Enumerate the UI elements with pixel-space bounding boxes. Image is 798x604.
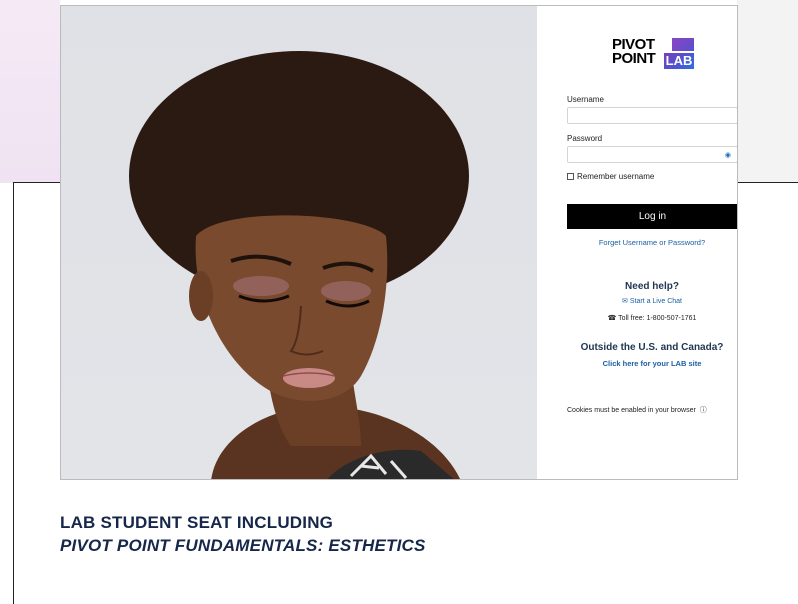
help-circle-icon[interactable]: ⓘ <box>698 407 707 414</box>
frame-divider-vertical <box>13 182 14 604</box>
need-help-heading: Need help? <box>625 281 679 292</box>
chat-icon: ✉ <box>622 298 628 305</box>
logo-lab-badge: LAB <box>664 53 694 69</box>
model-illustration <box>129 51 469 479</box>
caption-line-1: LAB STUDENT SEAT INCLUDING <box>60 513 334 532</box>
cookies-text: Cookies must be enabled in your browser <box>567 407 696 414</box>
username-input[interactable] <box>567 107 737 124</box>
background-lavender-panel <box>0 0 60 183</box>
live-chat-label: Start a Live Chat <box>629 298 682 305</box>
background-grey-panel <box>737 0 798 183</box>
username-label: Username <box>567 95 604 104</box>
live-chat-link[interactable]: ✉ Start a Live Chat <box>537 297 737 305</box>
password-label: Password <box>567 134 603 143</box>
password-input[interactable]: ◉ <box>567 146 737 163</box>
login-button[interactable]: Log in <box>567 204 737 229</box>
login-screenshot: PIVOT POINT LAB Username Password ◉ Reme… <box>60 5 738 480</box>
remember-label: Remember username <box>577 172 655 181</box>
cookies-notice: Cookies must be enabled in your browser … <box>567 405 707 415</box>
remember-username[interactable]: Remember username <box>567 172 654 181</box>
toll-free-line: ☎ Toll free: 1-800-507-1761 <box>537 314 737 322</box>
logo-accent-block <box>672 38 694 51</box>
forgot-credentials-link[interactable]: Forget Username or Password? <box>537 238 737 247</box>
phone-icon: ☎ <box>607 315 617 322</box>
login-panel: PIVOT POINT LAB Username Password ◉ Reme… <box>537 6 737 479</box>
eye-icon[interactable]: ◉ <box>725 151 731 159</box>
remember-checkbox[interactable] <box>567 173 574 180</box>
pivot-point-lab-logo: PIVOT POINT LAB <box>612 37 697 70</box>
toll-free-text: Toll free: 1-800-507-1761 <box>618 315 697 322</box>
outside-us-heading: Outside the U.S. and Canada? <box>580 342 724 353</box>
lab-site-link[interactable]: Click here for your LAB site <box>537 359 737 368</box>
caption-line-2: PIVOT POINT FUNDAMENTALS: ESTHETICS <box>60 536 426 555</box>
model-photo <box>61 6 537 479</box>
